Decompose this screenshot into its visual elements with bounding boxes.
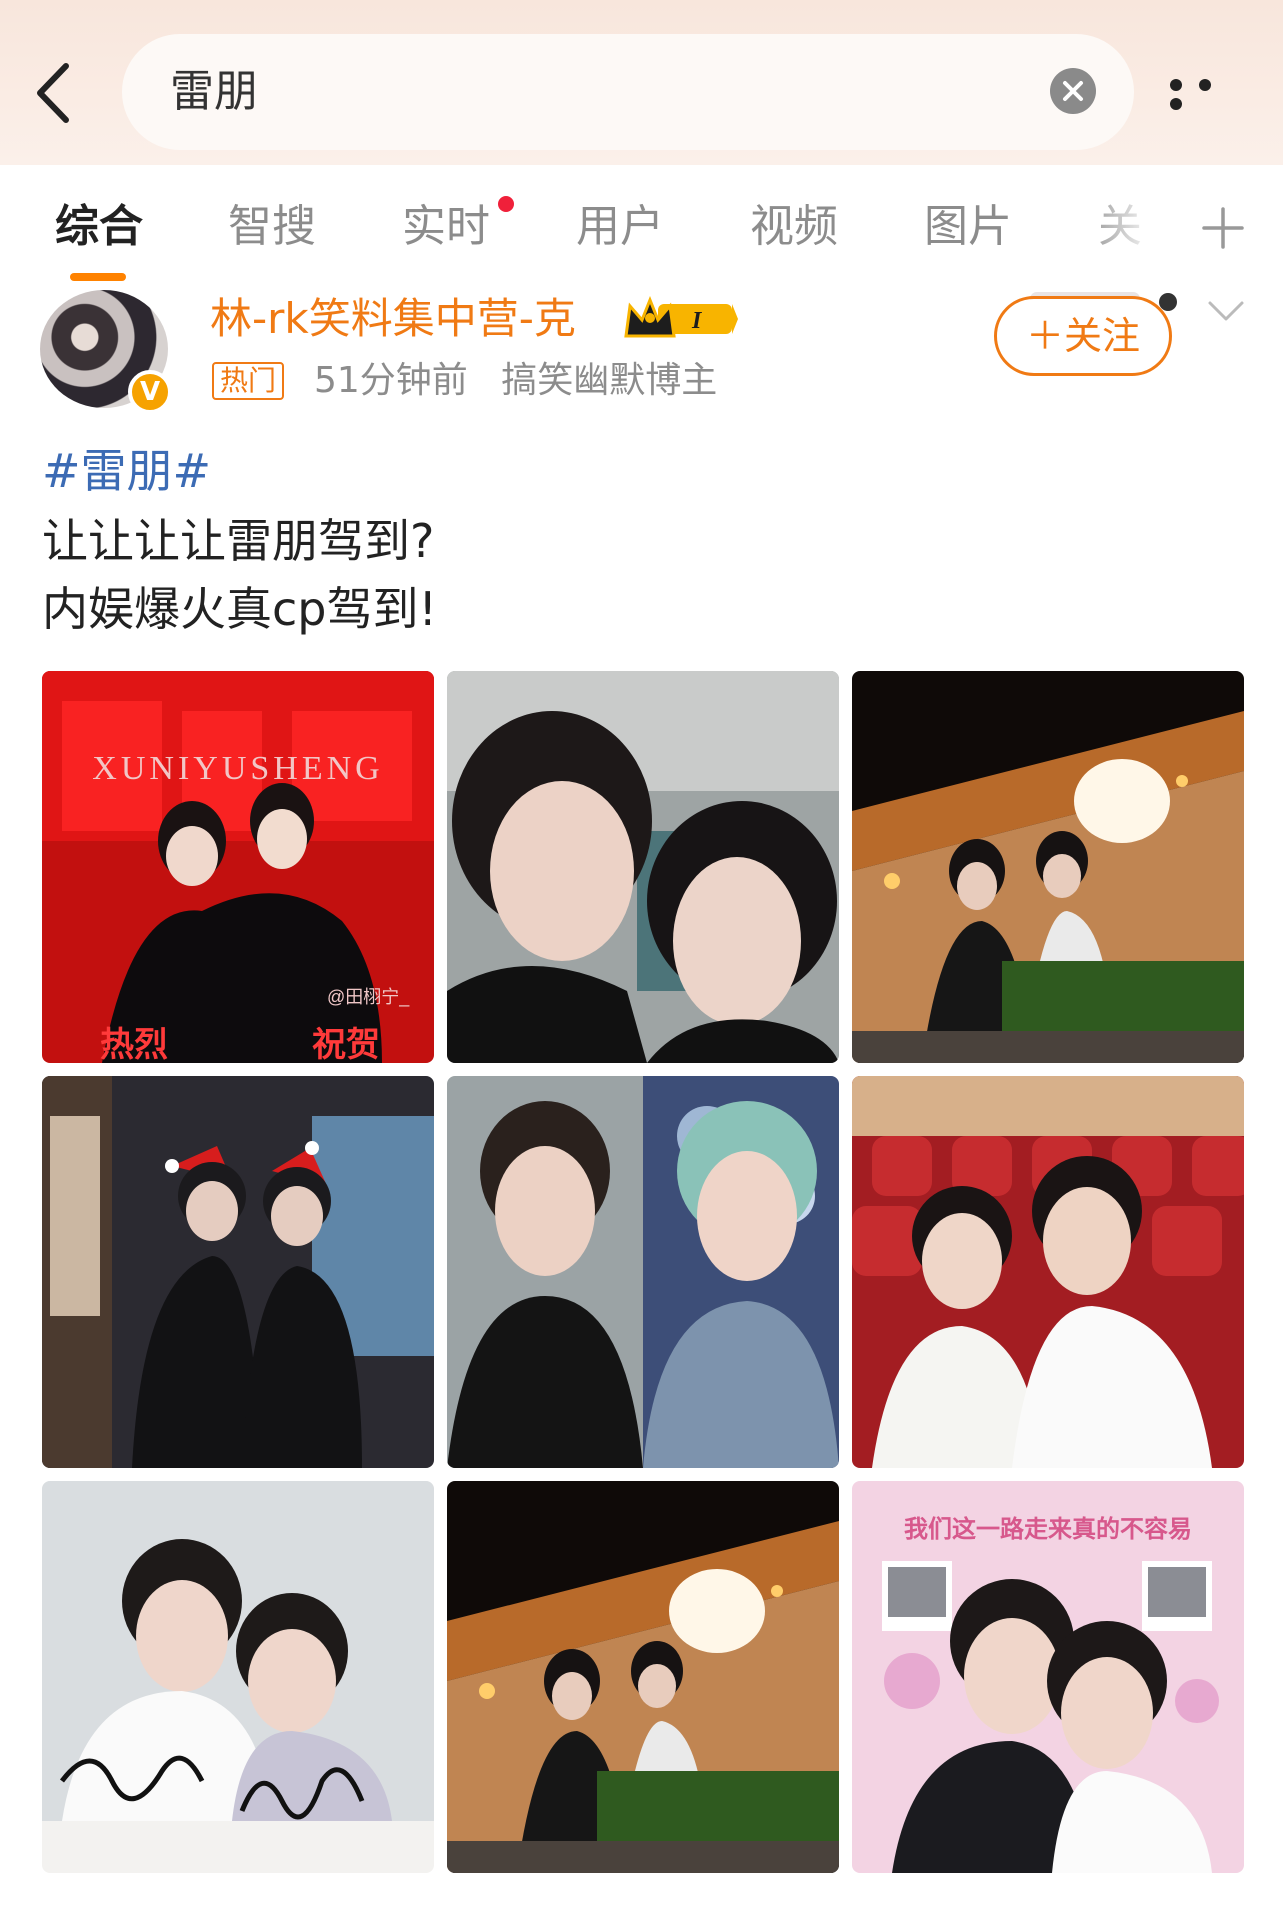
poster-caption-top: XUNIYUSHENG	[92, 750, 383, 787]
tab-scroll-fade	[1080, 180, 1190, 270]
poster-caption-bottom-left: 热烈	[100, 1025, 168, 1063]
post-meta: 51分钟前 搞笑幽默博主	[314, 358, 739, 404]
collage-caption: 我们这一路走来真的不容易	[904, 1515, 1192, 1543]
vip-level: I	[691, 308, 703, 334]
verified-badge: V	[128, 370, 172, 414]
poster-caption-bottom-right: 祝贺	[312, 1025, 380, 1063]
tab-realtime[interactable]: 实时	[402, 199, 490, 255]
tab-comprehensive[interactable]: 综合	[55, 199, 143, 255]
photo-cinema-seats[interactable]	[852, 1076, 1244, 1468]
photo-closeup-selfie[interactable]	[447, 671, 839, 1063]
author-name[interactable]: 林-rk笑料集中营-克	[210, 292, 576, 346]
photo-pink-collage[interactable]: 我们这一路走来真的不容易	[852, 1481, 1244, 1873]
photo-stage-balcony-2[interactable]	[447, 1481, 839, 1873]
search-input[interactable]: 雷朋	[122, 34, 1134, 150]
chevron-down-icon	[1208, 301, 1244, 321]
vip-badge: I	[624, 295, 738, 342]
clear-search-button[interactable]	[1050, 68, 1096, 114]
photo-signed-polaroid[interactable]	[42, 1481, 434, 1873]
photo-stage-balcony[interactable]	[852, 671, 1244, 1063]
close-icon	[1063, 81, 1083, 101]
tab-pictures[interactable]: 图片	[924, 199, 1012, 255]
post-text-line-2: 内娱爆火真cp驾到!	[42, 582, 437, 636]
hot-badge: 热门	[212, 362, 285, 400]
follow-button[interactable]: ＋关注	[994, 296, 1172, 376]
post-text-line-1: 让让让让雷朋驾到?	[42, 514, 435, 568]
more-options-button[interactable]	[1170, 76, 1250, 110]
tab-users[interactable]: 用户	[576, 199, 664, 255]
new-content-dot	[498, 196, 514, 212]
photo-red-poster[interactable]: XUNIYUSHENG @田栩宁_ 热烈 祝贺	[42, 671, 434, 1063]
chevron-left-icon	[37, 63, 69, 123]
post-menu-button[interactable]	[1206, 298, 1246, 324]
more-horizontal-icon	[1170, 79, 1182, 91]
post-hashtag[interactable]: #雷朋#	[42, 442, 211, 500]
active-tab-indicator	[70, 273, 126, 281]
photo-christmas-hats[interactable]	[42, 1076, 434, 1468]
poster-watermark: @田栩宁_	[327, 987, 410, 1008]
photo-split-portrait[interactable]	[447, 1076, 839, 1468]
crown-icon: I	[624, 295, 738, 338]
post-time: 51分钟前	[314, 360, 468, 401]
search-query-text: 雷朋	[170, 66, 258, 117]
plus-icon	[1202, 207, 1244, 249]
tab-smart-search[interactable]: 智搜	[228, 199, 316, 255]
author-description: 搞笑幽默博主	[501, 360, 718, 401]
add-tab-button[interactable]	[1200, 205, 1246, 251]
back-button[interactable]	[30, 58, 80, 128]
search-header: 雷朋	[0, 0, 1283, 165]
tab-videos[interactable]: 视频	[750, 199, 838, 255]
